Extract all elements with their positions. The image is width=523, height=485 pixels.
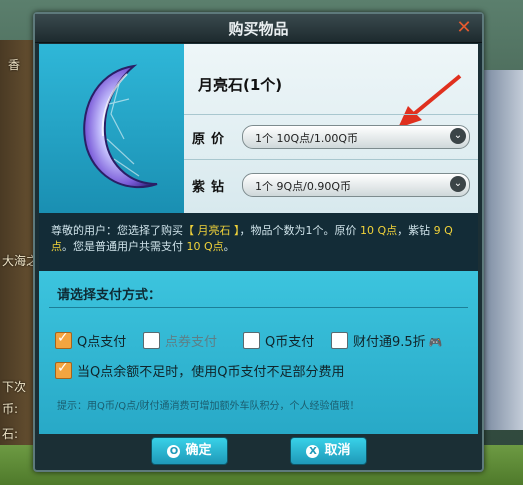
notice-part: 。 [223, 240, 235, 253]
crescent-moon-gem-icon [83, 64, 158, 189]
cancel-label: 取消 [324, 443, 351, 458]
bg-text-next: 下次 [2, 380, 27, 394]
notice-part: 尊敬的用户：您选择了购买 [51, 224, 183, 237]
fallback-option[interactable]: 当Q点余额不足时，使用Q币支付不足部分费用 [55, 360, 345, 380]
cancel-button[interactable]: X 取消 [290, 437, 367, 465]
red-arrow-annotation [398, 74, 462, 128]
notice-original-price: 10 Q点 [360, 224, 398, 237]
notice-part: ，物品个数为1个。原价 [239, 224, 360, 237]
notice-text: 尊敬的用户：您选择了购买【 月亮石 】，物品个数为1个。原价 10 Q点，紫钻 … [51, 223, 469, 255]
dialog-title: 购买物品 [228, 20, 289, 38]
divider [49, 307, 468, 308]
original-price-select[interactable]: 1个 10Q点/1.00Q币 ⌄ [242, 125, 470, 149]
purchase-dialog: 购买物品 ✕ 月亮石(1个) 原价 1个 10Q点/1.00Q币 ⌄ 紫钻 1个… [33, 12, 484, 472]
chevron-down-icon: ⌄ [450, 128, 466, 144]
item-section: 月亮石(1个) 原价 1个 10Q点/1.00Q币 ⌄ 紫钻 1个 9Q点/0.… [39, 44, 478, 213]
confirm-button[interactable]: O 确定 [151, 437, 228, 465]
pay-option-coupon[interactable]: 点券支付 [143, 331, 217, 350]
close-icon[interactable]: ✕ [454, 18, 474, 38]
notice-part: 。您是普通用户共需支付 [62, 240, 187, 253]
x-icon: X [306, 445, 320, 458]
purple-price-label: 紫钻 [192, 180, 231, 195]
payment-section: 请选择支付方式： Q点支付 点券支付 Q币支付 财付通9.5折🎮 当Q点余额不足… [39, 271, 478, 434]
notice-part: ，紫钻 [397, 224, 434, 237]
checkbox-qcoin[interactable] [243, 332, 260, 349]
checkbox-coupon[interactable] [143, 332, 160, 349]
notice-total: 10 Q点 [186, 240, 224, 253]
item-icon-panel [39, 44, 184, 213]
original-price-label: 原价 [192, 132, 231, 147]
button-bar: O 确定 X 取消 [39, 434, 478, 467]
checkbox-fallback[interactable] [55, 360, 72, 379]
checkbox-qpoints[interactable] [55, 330, 72, 349]
divider [184, 114, 478, 115]
purple-price-select[interactable]: 1个 9Q点/0.90Q币 ⌄ [242, 173, 470, 197]
fallback-label: 当Q点余额不足时，使用Q币支付不足部分费用 [77, 365, 345, 380]
pay-option-qcoin[interactable]: Q币支付 [243, 331, 314, 350]
purchase-notice: 尊敬的用户：您选择了购买【 月亮石 】，物品个数为1个。原价 10 Q点，紫钻 … [39, 213, 478, 271]
circle-icon: O [167, 445, 181, 458]
confirm-label: 确定 [185, 443, 212, 458]
pay-option-tenpay[interactable]: 财付通9.5折 🎮 [331, 331, 442, 350]
bg-text-stone: 石: [2, 427, 19, 441]
option-label: Q点支付 [77, 335, 127, 350]
pay-option-qpoints[interactable]: Q点支付 [55, 330, 127, 350]
option-label: 点券支付 [165, 335, 218, 350]
gamepad-icon: 🎮 [428, 336, 443, 349]
option-label: Q币支付 [265, 335, 315, 350]
dialog-titlebar[interactable]: 购买物品 ✕ [35, 14, 482, 43]
bg-text-coin: 币: [2, 402, 19, 416]
payment-title: 请选择支付方式： [57, 288, 162, 303]
right-side-panel [483, 70, 523, 430]
divider [184, 159, 478, 160]
purple-price-value: 1个 9Q点/0.90Q币 [255, 180, 352, 193]
option-label: 财付通9.5折 [353, 335, 426, 350]
payment-hint: 提示：用Q币/Q点/财付通消费可增加额外车队积分，个人经验值哦！ [57, 401, 360, 412]
checkbox-tenpay[interactable] [331, 332, 348, 349]
item-name: 月亮石(1个) [198, 76, 283, 94]
notice-item-name: 【 月亮石 】 [183, 224, 240, 237]
bg-text-xiang: 香 [8, 58, 21, 72]
original-price-value: 1个 10Q点/1.00Q币 [255, 132, 359, 145]
chevron-down-icon: ⌄ [450, 176, 466, 192]
item-info-panel: 月亮石(1个) 原价 1个 10Q点/1.00Q币 ⌄ 紫钻 1个 9Q点/0.… [184, 44, 478, 213]
